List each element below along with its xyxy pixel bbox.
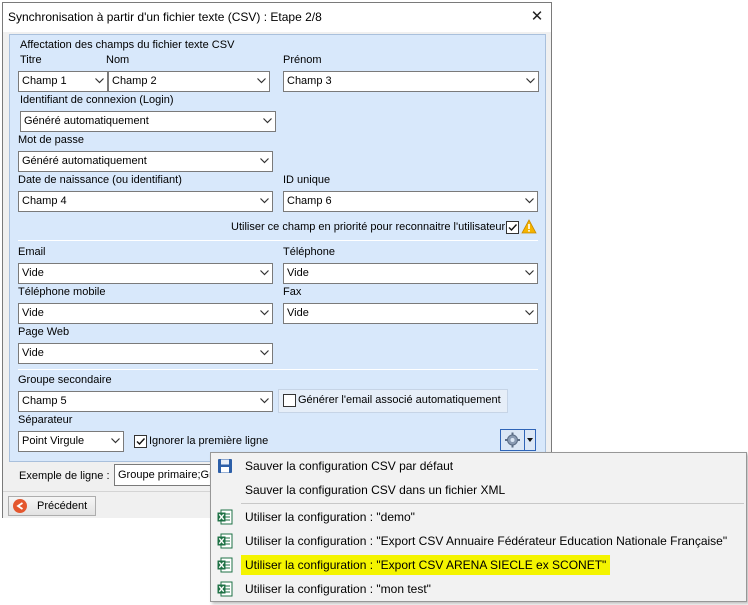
chevron-down-icon (522, 72, 538, 91)
gear-icon[interactable] (501, 430, 524, 450)
chevron-down-icon (256, 264, 272, 283)
excel-icon (217, 581, 233, 597)
web-select[interactable]: Vide (18, 343, 273, 364)
mobile-label: Téléphone mobile (18, 286, 106, 298)
dialog-body: Affectation des champs du fichier texte … (3, 32, 551, 518)
chevron-down-icon (256, 152, 272, 171)
password-select[interactable]: Généré automatiquement (18, 151, 273, 172)
menu-item-label: Utiliser la configuration : "Export CSV … (241, 555, 611, 575)
section-divider (18, 369, 538, 370)
prenom-label: Prénom (283, 54, 322, 66)
example-label: Exemple de ligne : (19, 470, 110, 482)
phone-value: Vide (287, 267, 309, 279)
titre-select[interactable]: Champ 1 (18, 71, 108, 92)
menu-item-config-arena[interactable]: Utiliser la configuration : "Export CSV … (213, 553, 744, 577)
menu-item-config-demo[interactable]: Utiliser la configuration : "demo" (213, 505, 744, 529)
web-label: Page Web (18, 326, 70, 338)
warning-icon (521, 219, 537, 234)
menu-item-label: Utiliser la configuration : "mon test" (245, 582, 431, 596)
chevron-down-icon (256, 392, 272, 411)
login-select[interactable]: Généré automatiquement (20, 111, 276, 132)
window-title: Synchronisation à partir d'un fichier te… (8, 10, 322, 24)
separator-select[interactable]: Point Virgule (18, 431, 124, 452)
separator-value: Point Virgule (22, 435, 85, 447)
sync-dialog: Synchronisation à partir d'un fichier te… (2, 2, 552, 518)
excel-icon (217, 533, 233, 549)
birthdate-label: Date de naissance (ou identifiant) (18, 174, 182, 186)
web-value: Vide (22, 347, 44, 359)
birthdate-value: Champ 4 (22, 195, 67, 207)
login-value: Généré automatiquement (24, 115, 149, 127)
titre-value: Champ 1 (22, 75, 67, 87)
menu-item-label: Utiliser la configuration : "Export CSV … (245, 534, 728, 548)
password-label: Mot de passe (18, 134, 85, 146)
chevron-down-icon (107, 432, 123, 451)
close-icon[interactable]: ✕ (526, 6, 548, 28)
previous-label: Précédent (37, 500, 88, 512)
section-divider (18, 240, 538, 241)
ignore-first-line-label: Ignorer la première ligne (149, 435, 269, 447)
title-bar[interactable]: Synchronisation à partir d'un fichier te… (3, 3, 551, 32)
chevron-down-icon (521, 304, 537, 323)
unique-id-value: Champ 6 (287, 195, 332, 207)
dropdown-arrow-icon[interactable] (524, 430, 535, 450)
nom-value: Champ 2 (112, 75, 157, 87)
save-icon (217, 458, 233, 474)
secondary-group-select[interactable]: Champ 5 (18, 391, 273, 412)
separator-label: Séparateur (18, 414, 73, 426)
gen-email-checkbox[interactable] (283, 394, 296, 407)
chevron-down-icon (521, 264, 537, 283)
menu-item-save-xml[interactable]: Sauver la configuration CSV dans un fich… (213, 478, 744, 502)
fax-select[interactable]: Vide (283, 303, 538, 324)
login-label: Identifiant de connexion (Login) (20, 94, 174, 106)
fax-value: Vide (287, 307, 309, 319)
prenom-value: Champ 3 (287, 75, 332, 87)
unique-id-label: ID unique (283, 174, 331, 186)
menu-item-config-annuaire[interactable]: Utiliser la configuration : "Export CSV … (213, 529, 744, 553)
password-value: Généré automatiquement (22, 155, 147, 167)
mobile-value: Vide (22, 307, 44, 319)
back-arrow-icon (13, 499, 27, 513)
priority-checkbox[interactable] (506, 221, 519, 234)
phone-select[interactable]: Vide (283, 263, 538, 284)
chevron-down-icon (256, 192, 272, 211)
unique-id-select[interactable]: Champ 6 (283, 191, 538, 212)
chevron-down-icon (256, 304, 272, 323)
previous-button[interactable]: Précédent (8, 496, 96, 516)
chevron-down-icon (91, 72, 107, 91)
excel-icon (217, 509, 233, 525)
birthdate-select[interactable]: Champ 4 (18, 191, 273, 212)
nom-select[interactable]: Champ 2 (108, 71, 270, 92)
chevron-down-icon (521, 192, 537, 211)
nom-label: Nom (106, 54, 130, 66)
menu-separator (241, 503, 744, 504)
secondary-group-value: Champ 5 (22, 395, 67, 407)
group-title: Affectation des champs du fichier texte … (20, 39, 235, 51)
chevron-down-icon (259, 112, 275, 131)
phone-label: Téléphone (283, 246, 335, 258)
menu-item-config-mon-test[interactable]: Utiliser la configuration : "mon test" (213, 577, 744, 601)
secondary-group-label: Groupe secondaire (18, 374, 112, 386)
config-context-menu: Sauver la configuration CSV par défaut S… (210, 452, 747, 602)
chevron-down-icon (253, 72, 269, 91)
email-value: Vide (22, 267, 44, 279)
config-menu-button[interactable] (500, 429, 536, 451)
menu-item-save-default[interactable]: Sauver la configuration CSV par défaut (213, 454, 744, 478)
menu-item-label: Utiliser la configuration : "demo" (245, 510, 415, 524)
excel-icon (217, 557, 233, 573)
mobile-select[interactable]: Vide (18, 303, 273, 324)
gen-email-label: Générer l'email associé automatiquement (298, 394, 501, 406)
menu-item-label: Sauver la configuration CSV par défaut (245, 459, 454, 473)
prenom-select[interactable]: Champ 3 (283, 71, 539, 92)
email-select[interactable]: Vide (18, 263, 273, 284)
menu-item-label: Sauver la configuration CSV dans un fich… (245, 483, 506, 497)
fax-label: Fax (283, 286, 302, 298)
email-label: Email (18, 246, 46, 258)
field-mapping-group: Affectation des champs du fichier texte … (9, 34, 546, 462)
ignore-first-line-checkbox[interactable] (134, 435, 147, 448)
priority-label: Utiliser ce champ en priorité pour recon… (231, 221, 506, 233)
titre-label: Titre (20, 54, 42, 66)
example-line-field[interactable]: Groupe primaire;Grou (114, 464, 224, 486)
chevron-down-icon (256, 344, 272, 363)
